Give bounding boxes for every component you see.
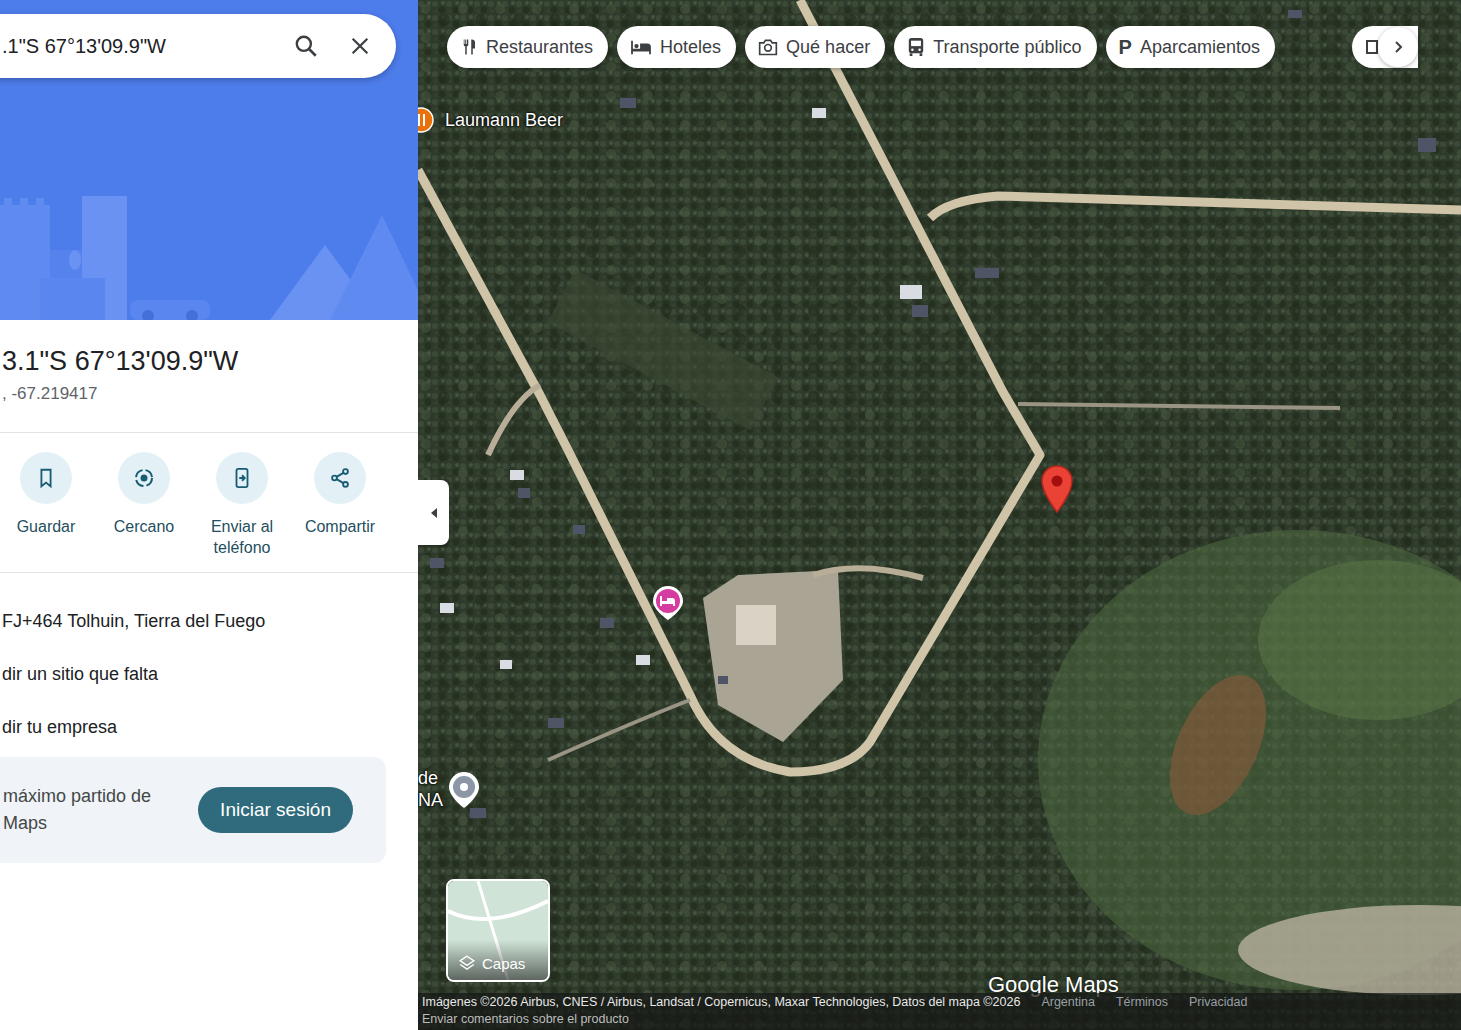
plus-code-row[interactable]: FJ+464 Tolhuin, Tierra del Fuego xyxy=(0,595,418,648)
nearby-icon xyxy=(132,466,156,490)
place-title: 3.1"S 67°13'09.9"W xyxy=(2,344,418,378)
action-button[interactable]: Cercano xyxy=(95,452,193,572)
map-view[interactable]: RestaurantesHotelesQué hacerTransporte p… xyxy=(418,0,1461,1030)
layers-button[interactable]: Capas xyxy=(446,879,550,982)
satellite-imagery[interactable] xyxy=(418,0,1461,1030)
category-chips: RestaurantesHotelesQué hacerTransporte p… xyxy=(447,26,1275,68)
attribution-bar: Imágenes ©2026 Airbus, CNES / Airbus, La… xyxy=(418,993,1461,1030)
map-poi[interactable]: Laumann Beer xyxy=(418,107,563,133)
map-poi[interactable] xyxy=(651,584,685,622)
link-row[interactable]: dir tu empresa xyxy=(0,701,418,754)
chevron-right-icon xyxy=(1391,40,1405,54)
info-list: FJ+464 Tolhuin, Tierra del Fuegodir un s… xyxy=(0,573,418,754)
dropped-pin-icon[interactable] xyxy=(1040,464,1074,514)
action-circle[interactable] xyxy=(118,452,170,504)
action-label: Guardar xyxy=(0,516,93,537)
search-input[interactable]: .1"S 67°13'09.9"W xyxy=(2,35,293,58)
action-label: Enviar al teléfono xyxy=(195,516,289,558)
share-icon xyxy=(329,467,351,489)
place-coordinates: , -67.219417 xyxy=(2,384,418,404)
category-chip[interactable]: Hoteles xyxy=(617,26,736,68)
send-to-phone-icon xyxy=(231,466,253,490)
layers-icon xyxy=(458,954,476,972)
action-button[interactable]: Compartir xyxy=(291,452,389,572)
search-icon[interactable] xyxy=(293,33,319,59)
category-chip[interactable]: Qué hacer xyxy=(745,26,885,68)
poi-label[interactable]: deNA xyxy=(418,767,443,811)
map-poi[interactable]: deNA xyxy=(418,767,481,811)
restaurant-icon xyxy=(460,37,478,57)
hotel-marker-icon[interactable] xyxy=(651,584,685,622)
link-row[interactable]: dir un sitio que falta xyxy=(0,648,418,701)
parking-icon: P xyxy=(1119,36,1132,59)
imagery-attribution: Imágenes ©2026 Airbus, CNES / Airbus, La… xyxy=(422,994,1020,1011)
hotel-icon xyxy=(630,38,652,56)
action-circle[interactable] xyxy=(20,452,72,504)
search-box[interactable]: .1"S 67°13'09.9"W xyxy=(0,14,396,78)
signin-button[interactable]: Iniciar sesión xyxy=(198,787,353,833)
action-bar: GuardarCercanoEnviar al teléfonoComparti… xyxy=(0,433,418,573)
place-header-illustration: .1"S 67°13'09.9"W xyxy=(0,0,418,320)
signin-text: máximo partido deMaps xyxy=(3,783,151,837)
footer-link[interactable]: Privacidad xyxy=(1189,994,1247,1011)
action-button[interactable]: Enviar al teléfono xyxy=(193,452,291,572)
action-label: Cercano xyxy=(97,516,191,537)
maps-app: .1"S 67°13'09.9"W 3.1"S 67°13'09.9"W , -67… xyxy=(0,0,1461,1030)
place-heading: 3.1"S 67°13'09.9"W , -67.219417 xyxy=(0,320,418,433)
action-circle[interactable] xyxy=(314,452,366,504)
collapse-arrow-icon xyxy=(429,507,439,519)
footer-link[interactable]: Argentina xyxy=(1041,994,1095,1011)
action-label: Compartir xyxy=(293,516,387,537)
place-panel: .1"S 67°13'09.9"W 3.1"S 67°13'09.9"W , -67… xyxy=(0,0,418,1030)
map-poi[interactable] xyxy=(1040,464,1074,514)
action-button[interactable]: Guardar xyxy=(0,452,95,572)
bookmark-icon xyxy=(35,467,57,489)
next-chips-button[interactable] xyxy=(1378,27,1418,67)
feedback-link[interactable]: Enviar comentarios sobre el producto xyxy=(422,1011,1457,1028)
signin-card: máximo partido deMaps Iniciar sesión xyxy=(0,757,386,863)
category-chip[interactable]: PAparcamientos xyxy=(1106,26,1275,68)
category-chip[interactable]: Transporte público xyxy=(894,26,1096,68)
place-marker-icon[interactable] xyxy=(447,770,481,810)
restaurant-marker-icon[interactable] xyxy=(418,107,434,133)
category-chip[interactable]: Restaurantes xyxy=(447,26,608,68)
close-icon[interactable] xyxy=(349,35,371,57)
action-circle[interactable] xyxy=(216,452,268,504)
bus-icon xyxy=(907,37,925,57)
more-chip[interactable] xyxy=(1352,26,1418,68)
footer-link[interactable]: Términos xyxy=(1116,994,1168,1011)
collapse-panel-button[interactable] xyxy=(418,480,449,545)
poi-label[interactable]: Laumann Beer xyxy=(445,109,563,131)
camera-icon xyxy=(758,38,778,56)
